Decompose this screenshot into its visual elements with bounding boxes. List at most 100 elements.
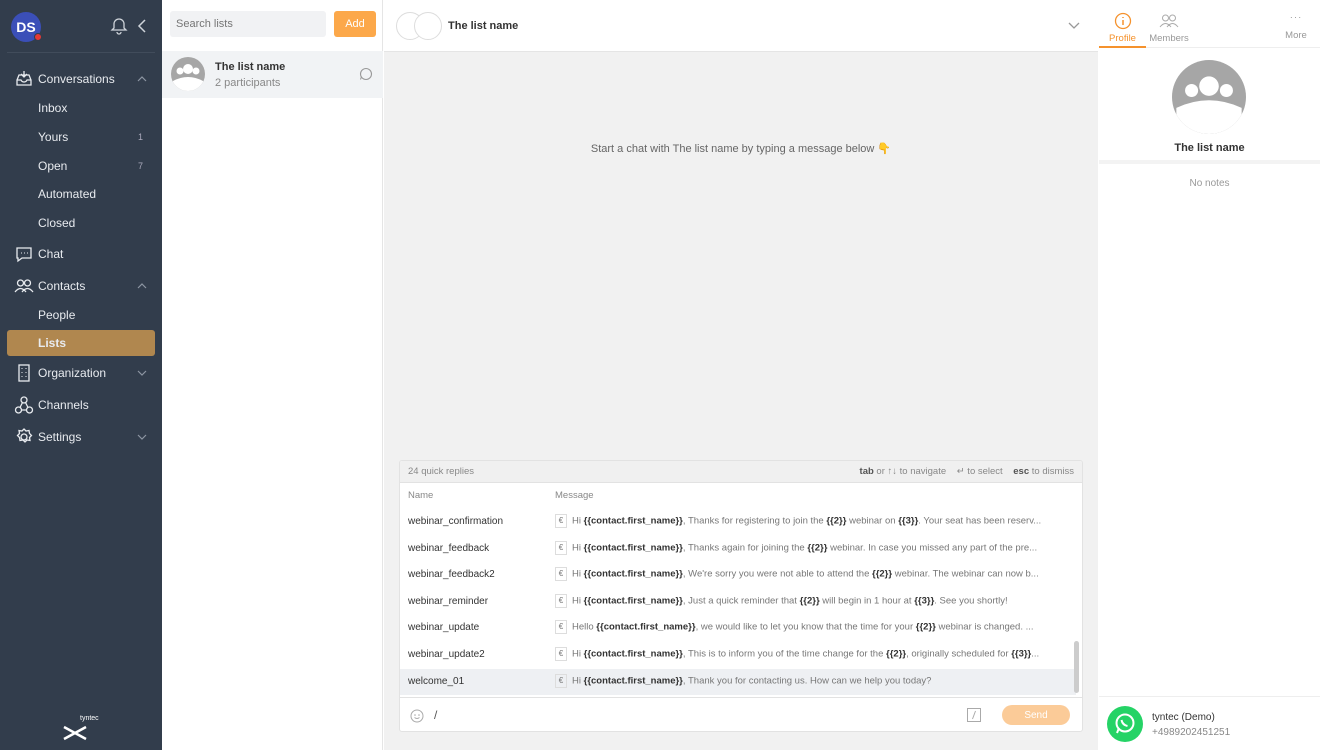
- message-input[interactable]: /: [434, 708, 437, 722]
- quick-reply-message: € Hi {{contact.first_name}}, We're sorry …: [555, 567, 1070, 582]
- quick-replies-count: 24 quick replies: [408, 466, 475, 477]
- sidebar-item-channels[interactable]: Channels: [0, 392, 162, 418]
- variable: {{contact.first_name}}: [596, 621, 696, 633]
- sidebar-item-conversations[interactable]: Conversations: [0, 66, 162, 92]
- item-count: 7: [138, 161, 144, 171]
- message-text: webinar. In case you missed any part of …: [827, 542, 1038, 554]
- sidebar-item-label: Automated: [38, 187, 97, 201]
- chat-header: The list name: [384, 0, 1098, 52]
- list-participants: 2 participants: [215, 77, 281, 89]
- sidebar-item-inbox[interactable]: Inbox: [0, 95, 162, 121]
- template-icon: €: [555, 673, 567, 688]
- message-text: , we would like to let you know that the…: [695, 621, 916, 633]
- quick-reply-row[interactable]: webinar_reminder € Hi {{contact.first_name…: [400, 589, 1076, 615]
- template-icon: €: [555, 647, 567, 661]
- tab-more[interactable]: ··· More: [1281, 12, 1311, 41]
- quick-reply-row[interactable]: welcome_01 € Hi {{contact.first_name}}, Th…: [400, 668, 1076, 695]
- variable: {{contact.first_name}}: [583, 542, 683, 554]
- message-text: Hi: [572, 595, 584, 607]
- emoji-icon[interactable]: [410, 709, 424, 723]
- message-text: Hi: [572, 542, 584, 554]
- channel-number: +4989202451251: [1152, 727, 1231, 738]
- chevron-up-icon[interactable]: [136, 280, 148, 292]
- tab-members[interactable]: Members: [1147, 12, 1191, 44]
- profile-panel: Profile Members ··· More The list name No…: [1099, 0, 1320, 750]
- lists-panel: Add The list name 2 participants: [162, 0, 383, 750]
- quick-reply-message: € Hi {{contact.first_name}}, Thanks again…: [555, 540, 1070, 555]
- status-dot: [34, 33, 42, 41]
- message-text: . See you shortly!: [934, 595, 1008, 607]
- bell-icon[interactable]: [110, 17, 128, 35]
- chevron-down-icon[interactable]: [136, 431, 148, 443]
- variable: {{2}}: [807, 542, 828, 554]
- sidebar-item-people[interactable]: People: [0, 302, 162, 328]
- sidebar-item-contacts[interactable]: Contacts: [0, 273, 162, 299]
- column-header-name: Name: [408, 490, 434, 501]
- sidebar-item-label: Chat: [38, 247, 64, 261]
- collapse-chevron-icon[interactable]: [134, 17, 152, 35]
- quick-reply-message: € Hi {{contact.first_name}}, Just a quick…: [555, 593, 1070, 608]
- list-item[interactable]: The list name 2 participants: [162, 51, 383, 98]
- variable: {{contact.first_name}}: [583, 568, 683, 580]
- message-text: Hi: [572, 675, 584, 687]
- variable: {{contact.first_name}}: [583, 675, 683, 687]
- template-icon: €: [555, 620, 567, 635]
- template-icon: €: [555, 514, 567, 528]
- message-text: Hi: [572, 648, 584, 660]
- quick-reply-message: € Hi {{contact.first_name}}, This is to i…: [555, 647, 1070, 661]
- channels-icon: [14, 396, 34, 414]
- info-icon: [1114, 12, 1131, 30]
- sidebar-item-automated[interactable]: Automated: [0, 181, 162, 207]
- add-list-button[interactable]: Add: [334, 11, 376, 37]
- sidebar-item-open[interactable]: Open 7: [0, 153, 162, 179]
- quick-reply-row[interactable]: webinar_update2 € Hi {{contact.first_name}…: [400, 642, 1076, 668]
- message-text: , Just a quick reminder that: [682, 595, 800, 607]
- sidebar-item-chat[interactable]: Chat: [0, 241, 162, 267]
- message-text: Hello: [572, 621, 597, 633]
- notes-empty: No notes: [1189, 178, 1230, 189]
- message-text: ...: [1031, 648, 1040, 660]
- search-lists-input[interactable]: [170, 11, 326, 37]
- column-header-message: Message: [555, 490, 594, 501]
- sidebar-item-lists[interactable]: Lists: [7, 330, 155, 356]
- sidebar-item-settings[interactable]: Settings: [0, 424, 162, 450]
- chevron-up-icon[interactable]: [136, 73, 148, 85]
- sidebar-item-label: Open: [38, 159, 68, 173]
- message-text: webinar is changed. ...: [935, 621, 1034, 633]
- quick-reply-slash-icon[interactable]: [967, 708, 981, 722]
- sidebar-item-label: People: [38, 308, 76, 322]
- quick-reply-row[interactable]: webinar_feedback € Hi {{contact.first_name…: [400, 536, 1076, 562]
- channel-name: tyntec (Demo): [1152, 712, 1215, 723]
- message-text: , This is to inform you of the time chan…: [682, 648, 887, 660]
- user-avatar[interactable]: DS: [11, 12, 42, 42]
- sidebar-item-yours[interactable]: Yours 1: [0, 124, 162, 150]
- sidebar-item-label: Organization: [38, 366, 107, 380]
- sidebar-item-closed[interactable]: Closed: [0, 210, 162, 236]
- tab-profile[interactable]: Profile: [1105, 12, 1140, 44]
- message-text: webinar on: [846, 515, 899, 527]
- sidebar-item-label: Conversations: [38, 72, 115, 86]
- variable: {{2}}: [799, 595, 820, 607]
- keyboard-hints: tab or ↑↓ to navigate ↵ to select esc to…: [859, 466, 1074, 477]
- group-avatar-icon: [1172, 60, 1246, 134]
- quick-reply-row[interactable]: webinar_update € Hello {{contact.first_nam…: [400, 615, 1076, 641]
- template-icon: €: [555, 540, 567, 555]
- variable: {{contact.first_name}}: [583, 648, 683, 660]
- message-text: Hi: [572, 568, 584, 580]
- sidebar-item-label: Lists: [38, 336, 67, 350]
- sidebar-item-organization[interactable]: Organization: [0, 360, 162, 386]
- sidebar-item-label: Contacts: [38, 279, 86, 293]
- group-avatar-icon: [171, 57, 205, 91]
- chat-area: The list name Start a chat with The list…: [384, 0, 1098, 750]
- chevron-down-icon[interactable]: [136, 367, 148, 379]
- scrollbar[interactable]: [1074, 641, 1079, 693]
- send-button[interactable]: Send: [1002, 705, 1070, 725]
- variable: {{3}}: [1011, 648, 1032, 660]
- channel-info[interactable]: tyntec (Demo) +4989202451251: [1099, 696, 1320, 750]
- message-composer: / Send: [400, 697, 1082, 731]
- variable: {{2}}: [915, 621, 936, 633]
- chevron-down-icon[interactable]: [1068, 21, 1080, 31]
- contacts-icon: [14, 279, 34, 293]
- quick-reply-row[interactable]: webinar_feedback2 € Hi {{contact.first_nam…: [400, 562, 1076, 588]
- quick-reply-row[interactable]: webinar_confirmation € Hi {{contact.first_…: [400, 509, 1076, 535]
